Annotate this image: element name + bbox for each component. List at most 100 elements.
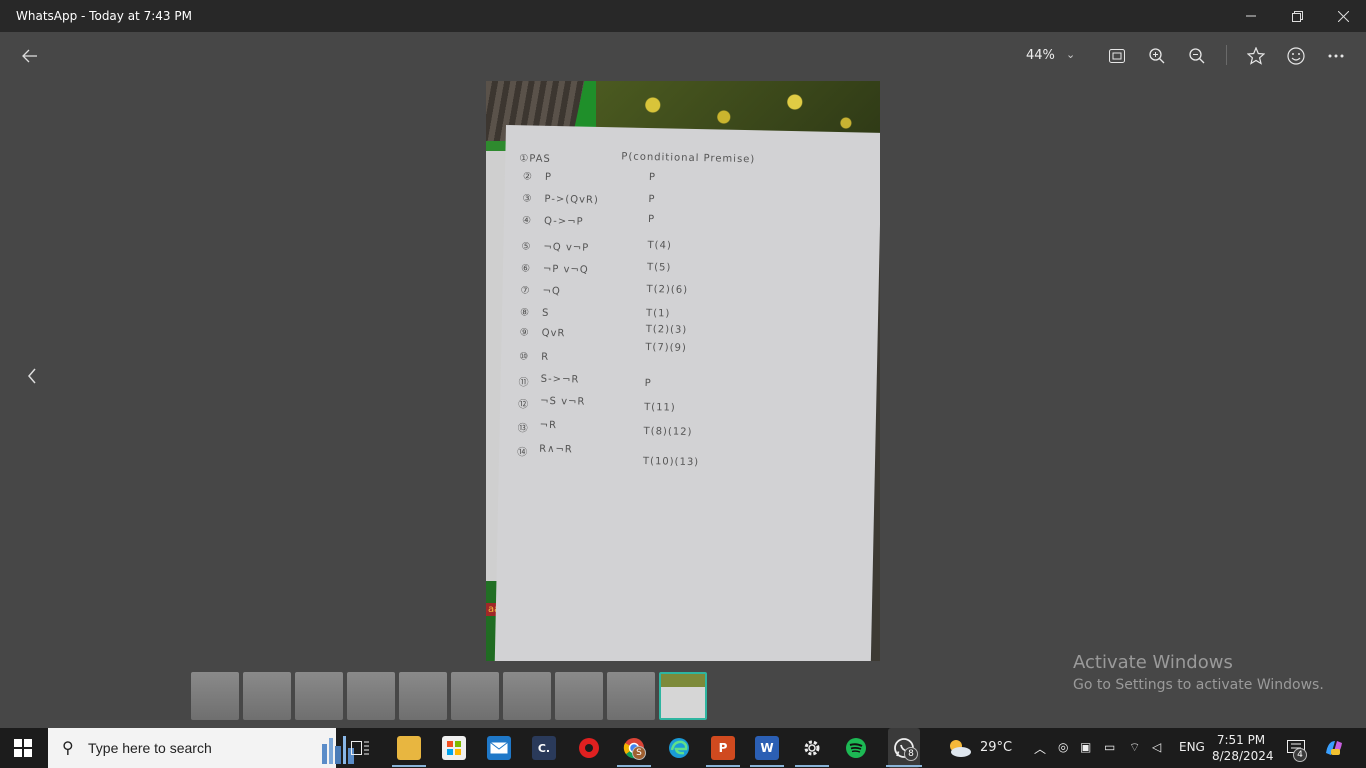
proof-step-statement: ¬R: [539, 419, 558, 432]
powerpoint-button[interactable]: P: [711, 736, 735, 760]
taskbar-search-box[interactable]: ⚲ Type here to search: [48, 728, 354, 768]
settings-running-indicator: [795, 765, 829, 767]
restore-icon: [1291, 10, 1303, 22]
volume-icon[interactable]: ◁: [1152, 740, 1161, 754]
photo-viewer-image[interactable]: aat ①PAS P(conditional Premise) ②PP③P->(…: [486, 81, 880, 661]
back-arrow-icon: [22, 49, 37, 63]
proof-step-reason: P: [648, 194, 656, 206]
zoom-out-button[interactable]: [1185, 44, 1209, 68]
file-explorer-running-indicator: [392, 765, 426, 767]
thumbnail[interactable]: [295, 672, 343, 720]
microsoft-store-button[interactable]: [442, 736, 466, 760]
proof-step-reason: T(2)(3): [645, 323, 688, 336]
edge-icon: [669, 738, 689, 758]
edge-button[interactable]: [667, 736, 691, 760]
terminal-icon: C.: [537, 741, 551, 755]
proof-step-statement: S: [541, 307, 550, 319]
file-explorer-button[interactable]: [397, 736, 421, 760]
thumbnail[interactable]: [555, 672, 603, 720]
weather-widget[interactable]: [946, 736, 972, 760]
toolbar-divider: [1226, 45, 1227, 65]
fit-screen-button[interactable]: [1105, 44, 1129, 68]
proof-step-reason: P: [647, 213, 656, 226]
more-button[interactable]: [1324, 44, 1348, 68]
window-title: WhatsApp - Today at 7:43 PM: [16, 9, 192, 23]
proof-step-statement: S->¬R: [540, 373, 580, 386]
word-button[interactable]: W: [755, 736, 779, 760]
thumbnail[interactable]: [347, 672, 395, 720]
proof-step-number: ⑤: [521, 241, 532, 253]
proof-step-reason: T(5): [646, 261, 672, 274]
recorder-button[interactable]: [577, 736, 601, 760]
powerpoint-running-indicator: [706, 765, 740, 767]
meet-now-icon[interactable]: ◎: [1058, 740, 1068, 754]
previous-image-button[interactable]: [20, 362, 44, 390]
minimize-icon: [1246, 15, 1256, 17]
whatsapp-unread-badge: 8: [904, 747, 918, 761]
wifi-icon[interactable]: ⌔: [1129, 740, 1140, 755]
proof-step-reason: P: [648, 172, 657, 184]
zoom-in-button[interactable]: [1145, 44, 1169, 68]
display-icon[interactable]: ▣: [1080, 740, 1091, 754]
thumbnail-active[interactable]: [659, 672, 707, 720]
task-view-button[interactable]: [348, 736, 372, 760]
thumbnail[interactable]: [503, 672, 551, 720]
spotify-button[interactable]: [844, 736, 868, 760]
zoom-in-icon: [1149, 48, 1165, 64]
mail-button[interactable]: [487, 736, 511, 760]
thumbnail[interactable]: [191, 672, 239, 720]
restore-button[interactable]: [1274, 0, 1320, 32]
proof-step-statement: QvR: [541, 327, 566, 340]
proof-step-number: ④: [521, 215, 533, 227]
proof-step-reason: T(8)(12): [643, 425, 693, 438]
chrome-running-indicator: [617, 765, 651, 767]
proof-step-statement: R∧¬R: [539, 443, 573, 456]
input-language[interactable]: ENG: [1179, 740, 1205, 754]
thumbnail[interactable]: [399, 672, 447, 720]
copilot-icon: [1326, 741, 1342, 755]
back-button[interactable]: [18, 44, 42, 68]
settings-button[interactable]: [800, 736, 824, 760]
gear-icon: [804, 740, 820, 756]
fit-screen-icon: [1109, 49, 1125, 63]
emoji-button[interactable]: [1284, 44, 1308, 68]
terminal-app-button[interactable]: C.: [532, 736, 556, 760]
activate-windows-subtitle: Go to Settings to activate Windows.: [1073, 677, 1324, 693]
chevron-up-icon[interactable]: ︿: [1034, 740, 1046, 757]
proof-step-statement: P->(QvR): [544, 193, 599, 206]
emoji-icon: [1287, 47, 1305, 65]
weather-temperature[interactable]: 29°C: [980, 740, 1012, 755]
proof-step-number: ⑧: [519, 307, 531, 319]
thumbnail[interactable]: [607, 672, 655, 720]
word-icon: W: [760, 741, 774, 755]
record-icon: [579, 738, 599, 758]
copilot-button[interactable]: [1322, 736, 1346, 760]
proof-step-number: ②: [522, 171, 533, 183]
spotify-icon: [846, 738, 866, 758]
taskbar: ⚲ Type here to search C. S P W 8 29°C ︿ …: [0, 728, 1366, 768]
close-icon: [1337, 10, 1349, 22]
word-running-indicator: [750, 765, 784, 767]
proof-step-statement: Q->¬P: [543, 215, 584, 228]
system-clock[interactable]: 7:51 PM 8/28/2024: [1212, 732, 1274, 764]
proof-step-reason: P: [644, 377, 652, 390]
thumbnail[interactable]: [451, 672, 499, 720]
proof-step-reason: T(4): [647, 239, 672, 252]
close-button[interactable]: [1320, 0, 1366, 32]
proof-step-reason: T(11): [643, 401, 676, 414]
proof-step-number: ⑨: [519, 327, 530, 339]
start-button[interactable]: [14, 739, 32, 757]
proof-step-statement: ¬S v¬R: [540, 395, 586, 408]
thumbnail[interactable]: [243, 672, 291, 720]
minimize-button[interactable]: [1228, 0, 1274, 32]
store-icon: [447, 741, 461, 755]
chevron-left-icon: [28, 368, 36, 384]
battery-icon[interactable]: ▭: [1104, 740, 1115, 754]
sheet-header-right: P(conditional Premise): [621, 151, 756, 166]
windows-logo-icon: [14, 739, 22, 747]
chevron-down-icon[interactable]: ⌄: [1066, 48, 1075, 61]
favorite-button[interactable]: [1244, 44, 1268, 68]
proof-step-statement: R: [541, 351, 550, 363]
activate-windows-title: Activate Windows: [1073, 652, 1233, 673]
zoom-level[interactable]: 44%: [1026, 48, 1055, 63]
